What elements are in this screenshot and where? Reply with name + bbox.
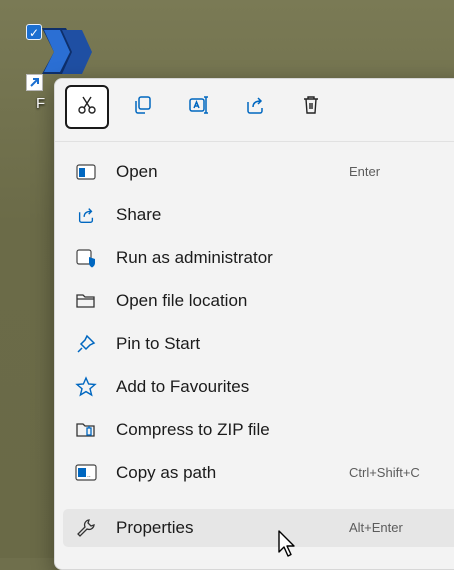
share-icon: [244, 94, 266, 121]
menu-item-label: Open file location: [116, 291, 248, 310]
path-icon: ..: [75, 462, 97, 484]
menu-item-compress-zip[interactable]: Compress to ZIP file: [63, 411, 454, 449]
scissors-icon: [76, 94, 98, 121]
context-menu-toolbar: [65, 83, 365, 131]
rename-icon: [188, 94, 210, 121]
cut-button[interactable]: [65, 85, 109, 129]
menu-item-properties[interactable]: Properties Alt+Enter: [63, 509, 454, 547]
menu-item-pin-to-start[interactable]: Pin to Start: [63, 325, 454, 363]
copy-button[interactable]: [121, 85, 165, 129]
menu-item-open-file-location[interactable]: Open file location: [63, 282, 454, 320]
selection-checkbox[interactable]: ✓: [26, 24, 42, 40]
delete-button[interactable]: [289, 85, 333, 129]
trash-icon: [300, 94, 322, 121]
shortcut-arrow-icon: [26, 74, 43, 91]
menu-item-shortcut: Ctrl+Shift+C: [349, 465, 420, 480]
menu-item-label: Share: [116, 205, 162, 224]
menu-item-label: Add to Favourites: [116, 377, 250, 396]
menu-item-copy-as-path[interactable]: .. Copy as path Ctrl+Shift+C: [63, 454, 454, 492]
star-icon: [75, 376, 97, 398]
copy-icon: [132, 94, 154, 121]
pin-icon: [75, 333, 97, 355]
menu-item-shortcut: Enter: [349, 164, 381, 179]
folder-icon: [75, 290, 97, 312]
toolbar-separator: [55, 141, 454, 142]
rename-button[interactable]: [177, 85, 221, 129]
menu-item-run-as-admin[interactable]: Run as administrator: [63, 239, 454, 277]
menu-item-open[interactable]: Open Enter: [63, 153, 454, 191]
menu-item-label: Open: [116, 162, 158, 181]
admin-shield-icon: [75, 247, 97, 269]
menu-item-add-to-favourites[interactable]: Add to Favourites: [63, 368, 454, 406]
open-window-icon: [75, 161, 97, 183]
context-menu: Open Enter Share Run as administrator Op…: [54, 78, 454, 570]
menu-item-share[interactable]: Share: [63, 196, 454, 234]
menu-item-shortcut: Alt+Enter: [349, 520, 403, 535]
desktop-icon-label: F: [36, 95, 46, 112]
mouse-cursor-icon: [277, 530, 299, 558]
menu-item-label: Run as administrator: [116, 248, 273, 267]
share-icon: [75, 204, 97, 226]
menu-item-label: Compress to ZIP file: [116, 420, 270, 439]
menu-item-label: Copy as path: [116, 463, 217, 482]
menu-item-label: Properties: [116, 518, 194, 537]
menu-item-label: Pin to Start: [116, 334, 201, 353]
zip-icon: [75, 419, 97, 441]
svg-text:..: ..: [87, 472, 91, 479]
wrench-icon: [75, 517, 97, 539]
share-button[interactable]: [233, 85, 277, 129]
